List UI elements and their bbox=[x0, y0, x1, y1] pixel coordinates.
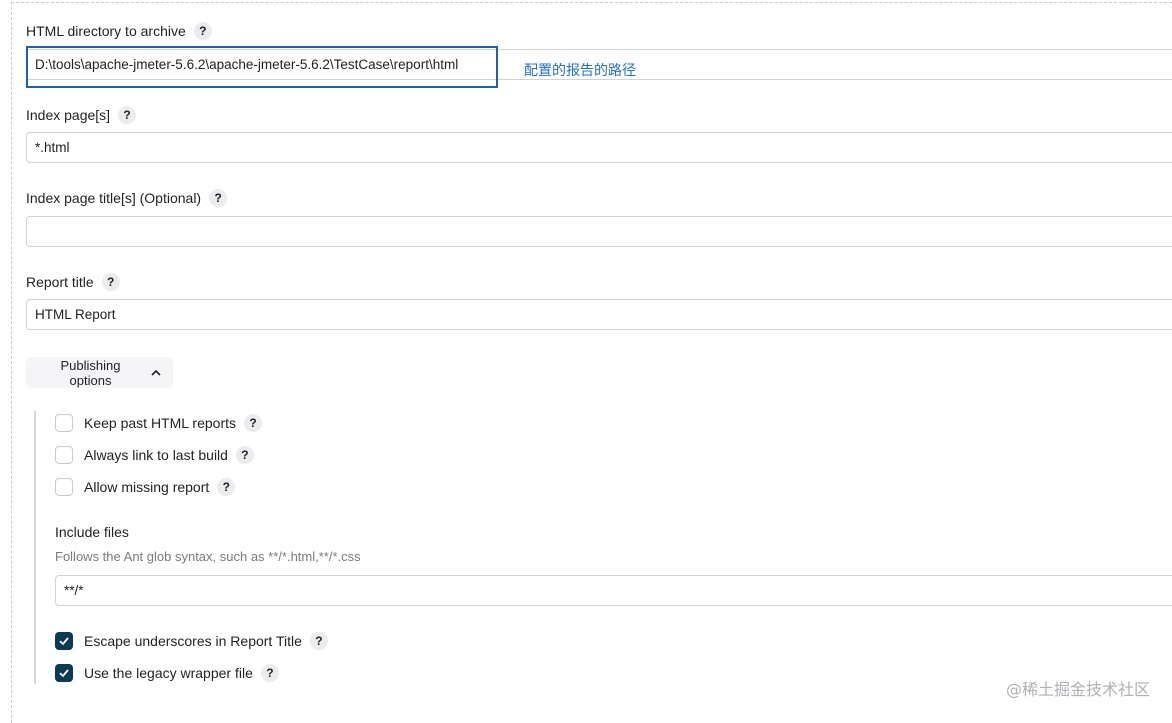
publishing-options-button[interactable]: Publishing options bbox=[26, 357, 173, 388]
checkbox-label: Allow missing report bbox=[84, 479, 210, 495]
help-icon[interactable]: ? bbox=[244, 414, 262, 432]
checkbox-legacy-wrapper[interactable]: Use the legacy wrapper file ? bbox=[55, 664, 279, 682]
chevron-up-icon bbox=[151, 367, 161, 379]
include-files-label: Include files bbox=[55, 524, 129, 540]
publishing-options-label: Publishing options bbox=[60, 357, 121, 388]
checkbox-icon[interactable] bbox=[55, 414, 73, 432]
checkbox-escape-underscores[interactable]: Escape underscores in Report Title ? bbox=[55, 632, 328, 650]
options-indent-line bbox=[34, 411, 36, 684]
config-panel-border bbox=[11, 2, 1172, 723]
include-files-hint: Follows the Ant glob syntax, such as **/… bbox=[55, 549, 361, 564]
checkbox-checked-icon[interactable] bbox=[55, 664, 73, 682]
checkbox-label: Escape underscores in Report Title bbox=[84, 633, 302, 649]
index-titles-input[interactable] bbox=[26, 216, 1172, 247]
include-files-input[interactable] bbox=[55, 575, 1172, 606]
index-pages-label-text: Index page[s] bbox=[26, 107, 111, 123]
report-title-label-text: Report title bbox=[26, 274, 94, 290]
help-icon[interactable]: ? bbox=[209, 189, 228, 207]
help-icon[interactable]: ? bbox=[101, 273, 120, 291]
include-files-label-text: Include files bbox=[55, 524, 129, 540]
checkbox-icon[interactable] bbox=[55, 478, 73, 496]
report-title-label: Report title ? bbox=[26, 273, 120, 291]
checkbox-checked-icon[interactable] bbox=[55, 632, 73, 650]
checkbox-label: Use the legacy wrapper file bbox=[84, 665, 253, 681]
help-icon[interactable]: ? bbox=[193, 22, 212, 40]
checkbox-label: Always link to last build bbox=[84, 447, 228, 463]
index-pages-input[interactable] bbox=[26, 132, 1172, 163]
html-dir-label-text: HTML directory to archive bbox=[26, 23, 186, 39]
html-dir-label: HTML directory to archive ? bbox=[26, 22, 212, 40]
help-icon[interactable]: ? bbox=[260, 664, 279, 682]
help-icon[interactable]: ? bbox=[235, 446, 254, 464]
checkbox-label: Keep past HTML reports bbox=[84, 415, 236, 431]
checkbox-always-link-last-build[interactable]: Always link to last build ? bbox=[55, 446, 254, 464]
help-icon[interactable]: ? bbox=[118, 106, 137, 124]
checkbox-icon[interactable] bbox=[55, 446, 73, 464]
report-title-input[interactable] bbox=[26, 299, 1172, 330]
index-pages-label: Index page[s] ? bbox=[26, 106, 137, 124]
checkbox-allow-missing-report[interactable]: Allow missing report ? bbox=[55, 478, 236, 496]
checkbox-keep-past-reports[interactable]: Keep past HTML reports ? bbox=[55, 414, 262, 432]
help-icon[interactable]: ? bbox=[217, 478, 236, 496]
watermark: @稀土掘金技术社区 bbox=[1006, 680, 1151, 699]
help-icon[interactable]: ? bbox=[309, 632, 328, 650]
path-annotation: 配置的报告的路径 bbox=[524, 63, 636, 79]
index-titles-label: Index page title[s] (Optional) ? bbox=[26, 189, 228, 207]
index-titles-label-text: Index page title[s] (Optional) bbox=[26, 190, 202, 206]
